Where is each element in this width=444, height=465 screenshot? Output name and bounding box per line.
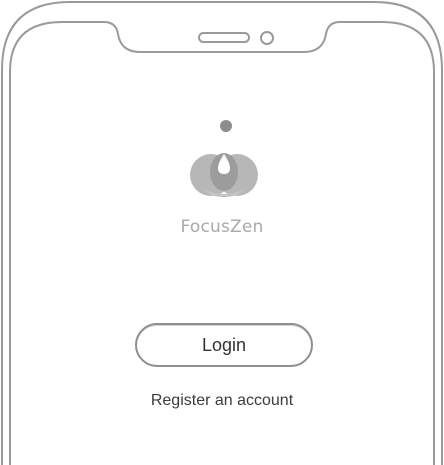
phone-mockup-screen: FocusZen Login Register an account	[0, 0, 444, 465]
register-account-link[interactable]: Register an account	[0, 392, 444, 410]
speaker-grille	[198, 32, 250, 43]
login-button[interactable]: Login	[135, 323, 313, 367]
app-name: FocusZen	[180, 217, 264, 237]
front-camera	[260, 31, 274, 45]
lotus-drop-icon	[190, 120, 258, 197]
